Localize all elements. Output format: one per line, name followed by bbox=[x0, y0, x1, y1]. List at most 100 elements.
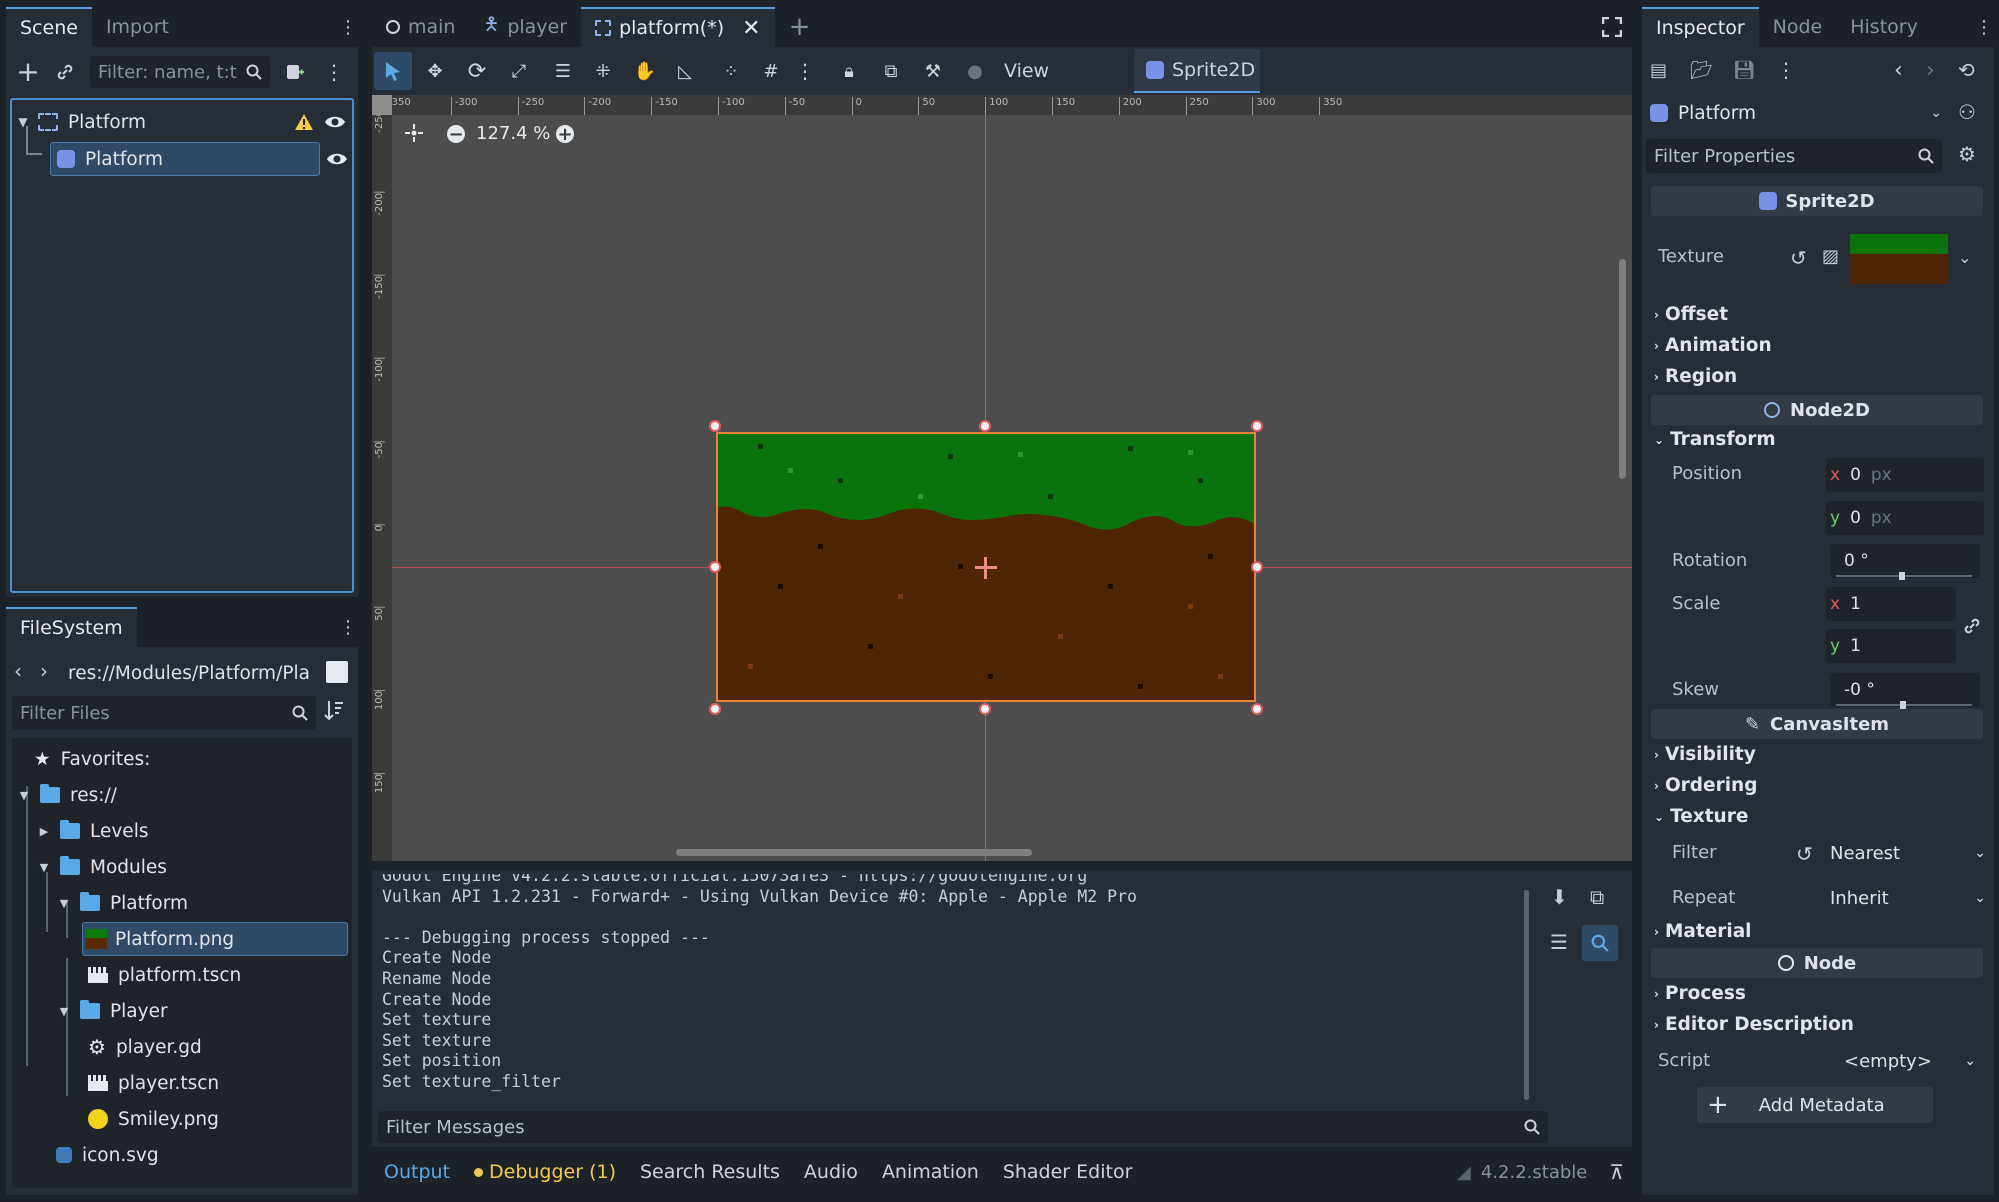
link-icon[interactable] bbox=[52, 59, 78, 85]
scale-y-field[interactable]: y 1 bbox=[1826, 629, 1956, 663]
toggle-bottom-panel-icon[interactable]: ⊼ bbox=[1609, 1160, 1624, 1184]
file-item-player-tscn[interactable]: player.tscn bbox=[88, 1066, 219, 1100]
chevron-down-icon[interactable]: ▼ bbox=[14, 115, 32, 129]
tab-debugger[interactable]: Debugger (1) bbox=[462, 1161, 628, 1183]
script-dropdown[interactable]: <empty> ⌄ bbox=[1844, 1044, 1976, 1078]
repeat-dropdown[interactable]: Inherit ⌄ bbox=[1830, 881, 1986, 915]
rotate-mode-icon[interactable]: ⟳ bbox=[462, 56, 492, 86]
tab-import[interactable]: Import bbox=[92, 7, 183, 47]
sprite2d-menu[interactable]: Sprite2D bbox=[1134, 49, 1260, 93]
tab-output[interactable]: Output bbox=[372, 1161, 462, 1183]
tab-filesystem[interactable]: FileSystem bbox=[6, 607, 137, 647]
object-history-icon[interactable]: ⟲ bbox=[1958, 58, 1975, 82]
zoom-level[interactable]: 127.4 % bbox=[476, 123, 550, 144]
tree-item-root[interactable]: ▼ Platform bbox=[14, 105, 350, 139]
back-icon[interactable]: ‹ bbox=[14, 659, 22, 683]
pivot-mode-icon[interactable]: ⁜ bbox=[588, 56, 618, 86]
group-offset[interactable]: › Offset bbox=[1654, 304, 1728, 325]
grid-snap-icon[interactable]: # bbox=[756, 56, 786, 86]
tab-node[interactable]: Node bbox=[1759, 7, 1837, 47]
collapse-icon[interactable]: ☰ bbox=[1550, 930, 1568, 954]
tree-item-child[interactable]: Platform bbox=[50, 142, 320, 176]
revert-icon[interactable]: ↺ bbox=[1796, 842, 1813, 866]
property-options-icon[interactable]: ⚙ bbox=[1958, 142, 1976, 166]
resize-handle[interactable] bbox=[709, 561, 721, 573]
center-view-icon[interactable] bbox=[404, 123, 424, 143]
scene-menu-icon[interactable]: ⋮ bbox=[338, 7, 358, 47]
scene-options-icon[interactable]: ⋮ bbox=[324, 59, 344, 85]
lock-icon[interactable]: 🔒︎ bbox=[834, 56, 864, 86]
resize-handle[interactable] bbox=[709, 420, 721, 432]
revert-icon[interactable]: ↺ bbox=[1790, 246, 1807, 270]
file-item-platform-folder[interactable]: ▼ Platform bbox=[56, 886, 188, 920]
tab-scene[interactable]: Scene bbox=[6, 7, 92, 47]
section-sprite2d[interactable]: Sprite2D bbox=[1651, 186, 1983, 216]
file-item-smiley-png[interactable]: Smiley.png bbox=[88, 1102, 219, 1136]
node-selector[interactable]: Platform ⌄ bbox=[1646, 96, 1942, 130]
history-back-icon[interactable]: ‹ bbox=[1894, 58, 1903, 83]
tab-search-results[interactable]: Search Results bbox=[628, 1161, 792, 1183]
file-item-platform-png[interactable]: Platform.png bbox=[82, 922, 348, 956]
history-forward-icon[interactable]: › bbox=[1926, 58, 1935, 83]
group-visibility[interactable]: › Visibility bbox=[1654, 744, 1756, 765]
section-node2d[interactable]: Node2D bbox=[1651, 395, 1983, 425]
filter-properties-input[interactable]: Filter Properties bbox=[1646, 139, 1942, 173]
scale-mode-icon[interactable]: ⤢ bbox=[504, 56, 534, 86]
link-scale-icon[interactable] bbox=[1962, 616, 1982, 636]
chevron-down-icon[interactable]: ⌄ bbox=[1958, 248, 1971, 267]
snap-options-icon[interactable]: ⋮ bbox=[790, 56, 820, 86]
resize-handle[interactable] bbox=[979, 420, 991, 432]
scale-x-field[interactable]: x 1 bbox=[1826, 587, 1956, 621]
group-icon[interactable]: ⧉ bbox=[876, 56, 906, 86]
path-field[interactable]: res://Modules/Platform/Pla bbox=[68, 657, 316, 689]
resize-handle[interactable] bbox=[1251, 420, 1263, 432]
filter-messages-input[interactable]: Filter Messages bbox=[378, 1111, 1548, 1143]
pan-mode-icon[interactable]: ✋ bbox=[630, 56, 660, 86]
viewport[interactable]: -350 -300 -250 -200 -150 -100 -50 0 50 100 150 200 2… bbox=[372, 95, 1632, 861]
group-material[interactable]: › Material bbox=[1654, 921, 1752, 942]
file-item-player-folder[interactable]: ▼ Player bbox=[56, 994, 168, 1028]
bones-icon[interactable]: ⚒ bbox=[918, 56, 948, 86]
tab-inspector[interactable]: Inspector bbox=[1642, 7, 1759, 47]
section-canvasitem[interactable]: ✎ CanvasItem bbox=[1651, 709, 1983, 739]
zoom-out-icon[interactable]: − bbox=[447, 124, 465, 145]
group-process[interactable]: › Process bbox=[1654, 983, 1746, 1004]
toggle-split-icon[interactable] bbox=[326, 661, 348, 683]
visibility-eye-icon[interactable] bbox=[324, 114, 346, 130]
section-node[interactable]: Node bbox=[1651, 948, 1983, 978]
tab-shader-editor[interactable]: Shader Editor bbox=[991, 1161, 1145, 1183]
tab-history[interactable]: History bbox=[1836, 7, 1932, 47]
save-icon[interactable]: 💾︎ bbox=[1733, 60, 1756, 81]
group-texture[interactable]: ⌄ Texture bbox=[1654, 806, 1748, 827]
rotation-field[interactable]: 0 ° bbox=[1830, 544, 1980, 578]
instance-scene-icon[interactable] bbox=[282, 59, 308, 85]
smart-snap-icon[interactable]: ⁘ bbox=[716, 56, 746, 86]
file-item-res[interactable]: ▼ res:// bbox=[16, 778, 117, 812]
add-metadata-button[interactable]: + Add Metadata bbox=[1697, 1087, 1933, 1123]
position-y-field[interactable]: y 0 px bbox=[1826, 501, 1984, 535]
close-icon[interactable]: ✕ bbox=[742, 16, 760, 41]
tab-platform[interactable]: platform(*) ✕ bbox=[581, 7, 775, 47]
group-editor-description[interactable]: › Editor Description bbox=[1654, 1014, 1854, 1035]
skew-slider-thumb[interactable] bbox=[1900, 701, 1906, 709]
ruler-mode-icon[interactable]: ◺ bbox=[670, 56, 700, 86]
inspector-menu-icon[interactable]: ⋮ bbox=[1974, 7, 1994, 47]
resize-handle[interactable] bbox=[709, 703, 721, 715]
sort-icon[interactable] bbox=[324, 699, 344, 721]
group-animation[interactable]: › Animation bbox=[1654, 335, 1772, 356]
filter-dropdown[interactable]: Nearest ⌄ bbox=[1830, 836, 1986, 870]
add-node-icon[interactable]: + bbox=[14, 55, 42, 88]
group-ordering[interactable]: › Ordering bbox=[1654, 775, 1757, 796]
resource-menu-icon[interactable]: ⋮ bbox=[1776, 58, 1796, 82]
position-x-field[interactable]: x 0 px bbox=[1826, 458, 1984, 492]
vertical-scrollbar[interactable] bbox=[1619, 259, 1626, 479]
filesystem-menu-icon[interactable]: ⋮ bbox=[338, 607, 358, 647]
add-tab-icon[interactable]: + bbox=[775, 7, 825, 47]
texture-preview[interactable] bbox=[1850, 234, 1948, 284]
move-mode-icon[interactable]: ✥ bbox=[420, 56, 450, 86]
node-info-icon[interactable]: ⚇ bbox=[1958, 100, 1976, 124]
favorites-item[interactable]: ★ Favorites: bbox=[34, 742, 150, 776]
output-scrollbar[interactable] bbox=[1524, 890, 1529, 1100]
group-region[interactable]: › Region bbox=[1654, 366, 1737, 387]
open-folder-icon[interactable]: 📂︎ bbox=[1690, 60, 1713, 81]
